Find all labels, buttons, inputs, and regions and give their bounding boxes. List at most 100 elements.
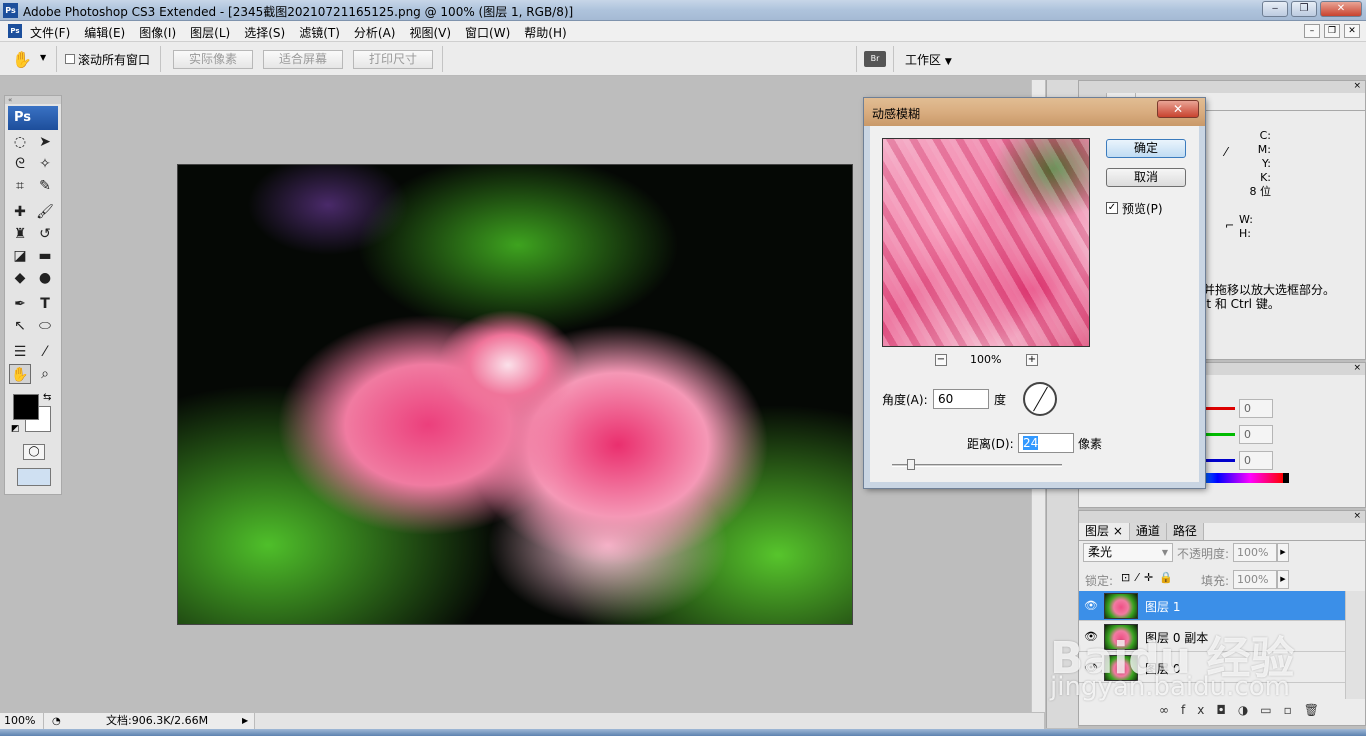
fill-field[interactable]: 100% — [1233, 570, 1277, 589]
blur-tool-icon[interactable]: ◆ — [9, 268, 31, 288]
dodge-tool-icon[interactable]: ● — [34, 268, 56, 288]
notes-tool-icon[interactable]: ☰ — [9, 342, 31, 362]
lock-icons[interactable]: ⊡⁄✛🔒 — [1121, 571, 1179, 584]
blue-value-field[interactable]: 0 — [1239, 451, 1273, 470]
preview-checkbox[interactable]: ✓ — [1106, 202, 1118, 214]
move-tool-icon[interactable]: ➤ — [34, 132, 56, 152]
document-canvas[interactable] — [177, 164, 853, 625]
distance-input[interactable]: 24 — [1018, 433, 1074, 453]
tool-preset-dropdown-icon[interactable]: ▼ — [40, 53, 46, 62]
menu-select[interactable]: 选择(S) — [244, 24, 285, 41]
brush-tool-icon[interactable]: 🖌 — [34, 202, 56, 222]
fit-screen-button[interactable]: 适合屏幕 — [263, 50, 343, 69]
crop-tool-icon[interactable]: ⌗ — [9, 176, 31, 196]
distance-slider[interactable] — [892, 464, 1062, 467]
layers-scrollbar[interactable] — [1345, 591, 1365, 699]
lasso-tool-icon[interactable]: ᘓ — [9, 154, 31, 174]
angle-input[interactable]: 60 — [933, 389, 989, 409]
tab-layers[interactable]: 图层 × — [1079, 523, 1130, 540]
cancel-button[interactable]: 取消 — [1106, 168, 1186, 187]
close-button[interactable]: ✕ — [1320, 1, 1362, 17]
chevron-right-icon[interactable]: ▶ — [1277, 543, 1289, 562]
tab-paths[interactable]: 路径 — [1166, 523, 1204, 540]
menu-view[interactable]: 视图(V) — [409, 24, 451, 41]
swap-colors-icon[interactable]: ⇆ — [43, 392, 51, 403]
menu-file[interactable]: 文件(F) — [30, 24, 70, 41]
preview-zoom-level: 100% — [970, 353, 1002, 366]
healing-brush-tool-icon[interactable]: ✚ — [9, 202, 31, 222]
info-h-label: H: — [1239, 227, 1251, 240]
green-value-field[interactable]: 0 — [1239, 425, 1273, 444]
marquee-tool-icon[interactable]: ◌ — [9, 132, 31, 152]
filter-preview[interactable] — [882, 138, 1090, 347]
restore-button[interactable]: ❐ — [1291, 1, 1317, 17]
path-selection-tool-icon[interactable]: ↖ — [9, 316, 31, 336]
distance-unit: 像素 — [1078, 437, 1103, 451]
menu-help[interactable]: 帮助(H) — [524, 24, 566, 41]
ramp-black-swatch[interactable] — [1283, 473, 1289, 483]
menu-window[interactable]: 窗口(W) — [465, 24, 510, 41]
screen-mode-icon[interactable] — [17, 468, 51, 486]
workspace-label: 工作区 — [905, 53, 942, 67]
window-title: Adobe Photoshop CS3 Extended - [2345截图20… — [23, 5, 574, 19]
zoom-field[interactable]: 100% — [0, 713, 44, 729]
actual-pixels-button[interactable]: 实际像素 — [173, 50, 253, 69]
print-size-button[interactable]: 打印尺寸 — [353, 50, 433, 69]
status-preview-icon[interactable]: ◔ — [52, 714, 61, 729]
menu-image[interactable]: 图像(I) — [139, 24, 176, 41]
eyedropper-tool-icon[interactable]: ⁄ — [34, 342, 56, 362]
angle-dial[interactable] — [1023, 382, 1057, 416]
minimize-button[interactable]: ‒ — [1262, 1, 1288, 17]
slice-tool-icon[interactable]: ✎ — [34, 176, 56, 196]
ok-button[interactable]: 确定 — [1106, 139, 1186, 158]
shape-tool-icon[interactable]: ⬭ — [34, 316, 56, 336]
eye-icon[interactable]: 👁 — [1084, 599, 1098, 612]
horizontal-scrollbar[interactable] — [254, 713, 1044, 729]
info-m-label: M: — [1257, 143, 1271, 156]
foreground-color-swatch[interactable] — [13, 394, 39, 420]
bridge-icon[interactable]: Br — [864, 51, 886, 67]
layer-row[interactable]: 👁 图层 1 — [1079, 591, 1345, 621]
red-value-field[interactable]: 0 — [1239, 399, 1273, 418]
quick-mask-icon[interactable]: ◯ — [23, 444, 45, 460]
toolbox-grip[interactable]: « — [5, 96, 61, 104]
menu-layer[interactable]: 图层(L) — [190, 24, 230, 41]
panel-menu-icon[interactable]: × — [1079, 81, 1365, 93]
size-readout-icon: ⌐ — [1225, 219, 1235, 232]
dialog-title-bar[interactable]: 动感模糊 ✕ — [864, 98, 1205, 126]
default-colors-icon[interactable]: ◩ — [11, 424, 20, 434]
zoom-out-button[interactable]: − — [935, 354, 947, 366]
doc-restore-button[interactable]: ❐ — [1324, 24, 1340, 38]
doc-minimize-button[interactable]: – — [1304, 24, 1320, 38]
blend-mode-select[interactable]: 柔光 ▼ — [1083, 543, 1173, 562]
fill-label: 填充: — [1201, 574, 1230, 588]
eraser-tool-icon[interactable]: ◪ — [9, 246, 31, 266]
status-menu-arrow-icon[interactable]: ▶ — [242, 713, 248, 728]
document-icon[interactable]: Ps — [8, 24, 22, 38]
clone-stamp-tool-icon[interactable]: ♜ — [9, 224, 31, 244]
scroll-all-checkbox[interactable] — [65, 54, 75, 64]
menu-edit[interactable]: 编辑(E) — [84, 24, 125, 41]
info-c-label: C: — [1259, 129, 1271, 142]
hand-tool-icon[interactable]: ✋ — [9, 364, 31, 384]
zoom-in-button[interactable]: + — [1026, 354, 1038, 366]
magic-wand-tool-icon[interactable]: ✧ — [34, 154, 56, 174]
doc-close-button[interactable]: ✕ — [1344, 24, 1360, 38]
dialog-close-button[interactable]: ✕ — [1157, 100, 1199, 118]
gradient-tool-icon[interactable]: ▬ — [34, 246, 56, 266]
history-brush-tool-icon[interactable]: ↺ — [34, 224, 56, 244]
type-tool-icon[interactable]: T — [34, 294, 56, 314]
menu-filter[interactable]: 滤镜(T) — [299, 24, 340, 41]
angle-label: 角度(A): — [882, 393, 928, 407]
workspace-menu[interactable]: 工作区 ▼ — [905, 51, 952, 68]
pen-tool-icon[interactable]: ✒ — [9, 294, 31, 314]
chevron-right-icon[interactable]: ▶ — [1277, 570, 1289, 589]
zoom-tool-icon[interactable]: ⌕ — [34, 364, 56, 384]
hand-tool-icon[interactable]: ✋ — [12, 50, 32, 69]
menu-analysis[interactable]: 分析(A) — [354, 24, 396, 41]
tab-channels[interactable]: 通道 — [1129, 523, 1167, 540]
layers-footer-icons[interactable]: ∞fx◘◑▭▫🗑 — [1159, 703, 1331, 717]
panel-menu-icon[interactable]: × — [1079, 511, 1365, 523]
distance-slider-thumb[interactable] — [907, 459, 915, 470]
opacity-field[interactable]: 100% — [1233, 543, 1277, 562]
